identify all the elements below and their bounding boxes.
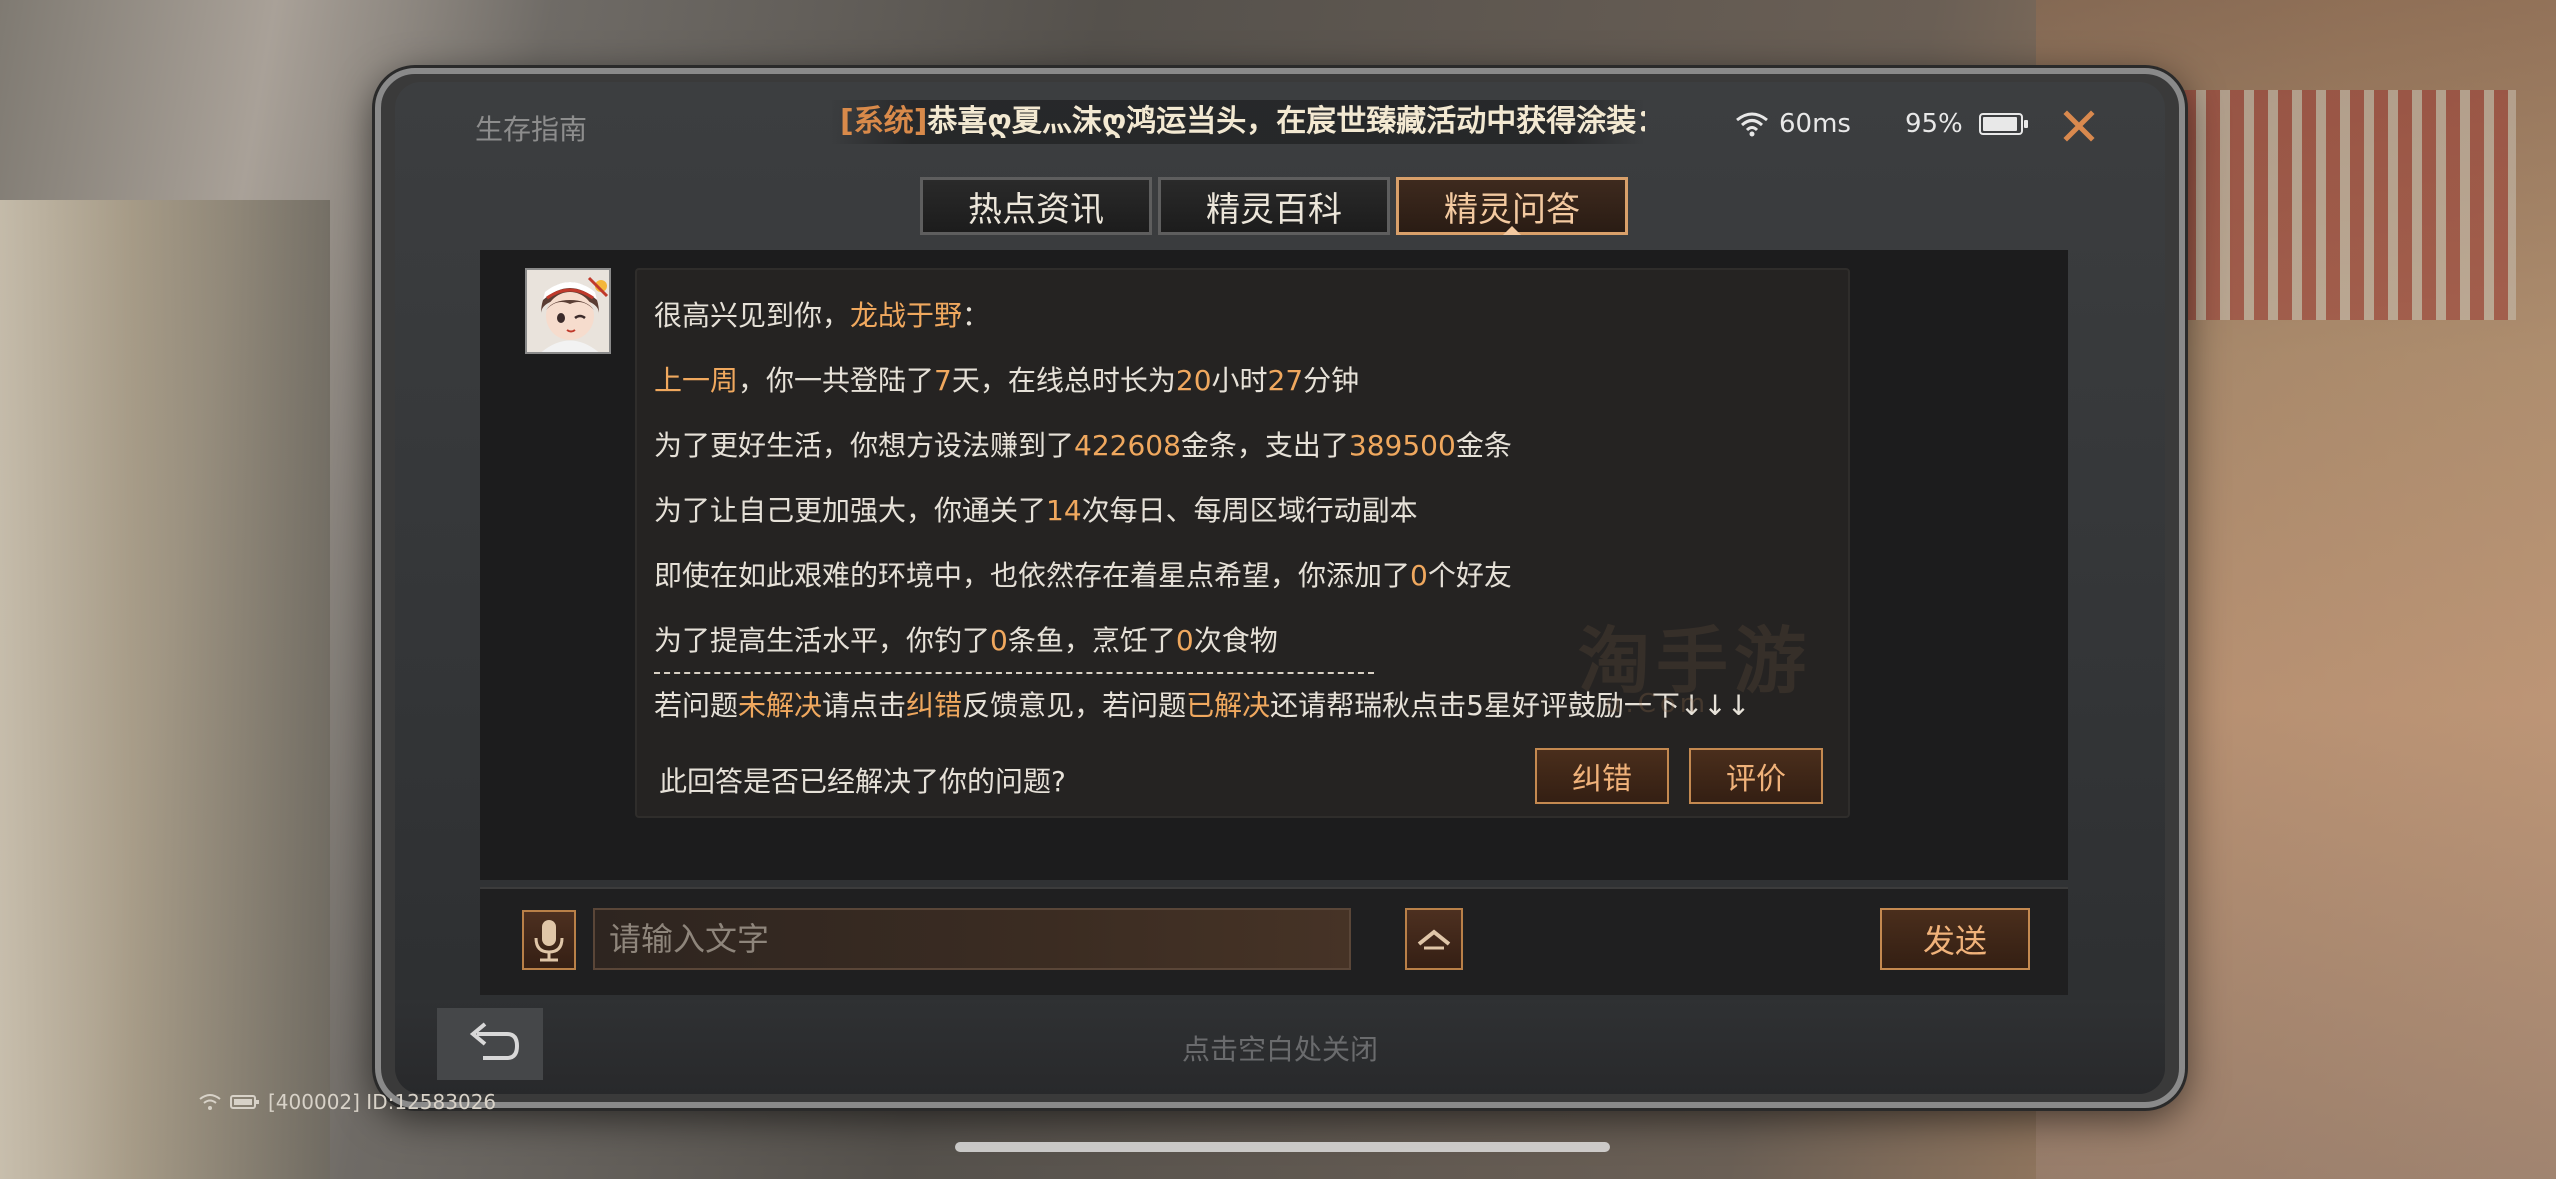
tab-bar: 热点资讯 精灵百科 精灵问答 [920,177,1628,235]
player-name: 龙战于野 [850,299,963,332]
friends-count: 0 [1410,559,1428,592]
life-stats-line: 为了提高生活水平，你钓了0条鱼，烹饪了0次食物 [654,619,1278,659]
money-text-1: 为了更好生活，你想方设法赚到了 [654,429,1075,462]
expand-input-button[interactable] [1405,908,1463,970]
chevron-up-icon [1417,929,1451,950]
feedback-text-3: 反馈意见，若问题 [962,689,1187,722]
login-text-4: 分钟 [1303,364,1360,397]
cooked-count: 0 [1175,624,1194,657]
feedback-correct: 纠错 [906,689,963,722]
login-text-2: 天，在线总时长为 [951,364,1176,397]
divider [654,672,1374,674]
money-text-3: 金条 [1455,429,1512,462]
login-text-1: ，你一共登陆了 [738,364,935,397]
rate-button[interactable]: 评价 [1689,748,1823,804]
greeting-text: 很高兴见到你， [654,299,851,332]
ticker-system-tag: [系统] [840,104,928,139]
tab-hot-news[interactable]: 热点资讯 [920,177,1152,235]
greeting-line: 很高兴见到你，龙战于野： [654,294,990,334]
dungeon-text-2: 次每日、每周区域行动副本 [1081,494,1418,527]
ping-text: 60ms [1779,109,1851,139]
watermark-sub: u.Com [1605,689,1710,719]
ticker-message: 恭喜ღ夏灬沫ღ鸿运当头，在宸世臻藏活动中获得涂装： [927,104,1645,139]
answer-bubble: 很高兴见到你，龙战于野： 上一周，你一共登陆了7天，在线总时长为20小时27分钟… [635,268,1850,818]
feedback-solved: 已解决 [1186,689,1271,722]
battery-icon [1978,113,2028,135]
login-days: 7 [934,364,952,397]
status-bar: 60ms 95% [1735,104,2028,144]
fish-count: 0 [990,624,1008,657]
dungeon-stats-line: 为了让自己更加强大，你通关了14次每日、每周区域行动副本 [654,489,1418,529]
life-text-2: 条鱼，烹饪了 [1007,624,1176,657]
home-indicator[interactable] [955,1142,1610,1152]
gold-earned: 422608 [1074,429,1181,462]
life-text-3: 次食物 [1193,624,1278,657]
dungeon-text-1: 为了让自己更加强大，你通关了 [654,494,1047,527]
correct-button[interactable]: 纠错 [1535,748,1669,804]
microphone-icon [534,920,564,962]
period-text: 上一周 [654,364,739,397]
feedback-text-1: 若问题 [654,689,739,722]
tap-to-close-hint[interactable]: 点击空白处关闭 [395,1028,2165,1068]
login-text-3: 小时 [1211,364,1268,397]
life-text-1: 为了提高生活水平，你钓了 [654,624,991,657]
money-stats-line: 为了更好生活，你想方设法赚到了422608金条，支出了389500金条 [654,424,1512,464]
chat-input[interactable] [593,908,1351,970]
voice-button[interactable] [522,910,576,970]
dungeon-count: 14 [1046,494,1082,527]
background-left [0,200,330,1179]
friends-text-1: 即使在如此艰难的环境中，也依然存在着星点希望，你添加了 [654,559,1411,592]
assistant-avatar [525,268,611,354]
battery-small-icon [230,1095,259,1109]
survival-guide-window: 生存指南 [系统]恭喜ღ夏灬沫ღ鸿运当头，在宸世臻藏活动中获得涂装： 60ms … [395,82,2165,1094]
wifi-small-icon [199,1094,221,1110]
friends-stats-line: 即使在如此艰难的环境中，也依然存在着星点希望，你添加了0个好友 [654,554,1512,594]
tab-elf-qa[interactable]: 精灵问答 [1396,177,1628,235]
greeting-colon: ： [962,299,991,332]
online-minutes: 27 [1267,364,1304,397]
window-title: 生存指南 [475,113,588,146]
battery-text: 95% [1904,109,1963,139]
system-ticker: [系统]恭喜ღ夏灬沫ღ鸿运当头，在宸世臻藏活动中获得涂装： [830,100,1645,144]
friends-text-2: 个好友 [1427,559,1512,592]
tab-elf-encyclopedia[interactable]: 精灵百科 [1158,177,1390,235]
money-text-2: 金条，支出了 [1180,429,1349,462]
footer-status: [400002] ID:12583026 [198,1090,496,1114]
gold-spent: 389500 [1348,429,1456,462]
wifi-icon [1736,112,1768,137]
close-icon[interactable] [2055,102,2103,150]
online-hours: 20 [1175,364,1212,397]
resolved-question: 此回答是否已经解决了你的问题? [659,765,1066,798]
login-stats-line: 上一周，你一共登陆了7天，在线总时长为20小时27分钟 [654,359,1359,399]
feedback-unsolved: 未解决 [738,689,823,722]
device-info: [400002] ID:12583026 [268,1090,497,1114]
feedback-text-2: 请点击 [822,689,907,722]
send-button[interactable]: 发送 [1880,908,2030,970]
